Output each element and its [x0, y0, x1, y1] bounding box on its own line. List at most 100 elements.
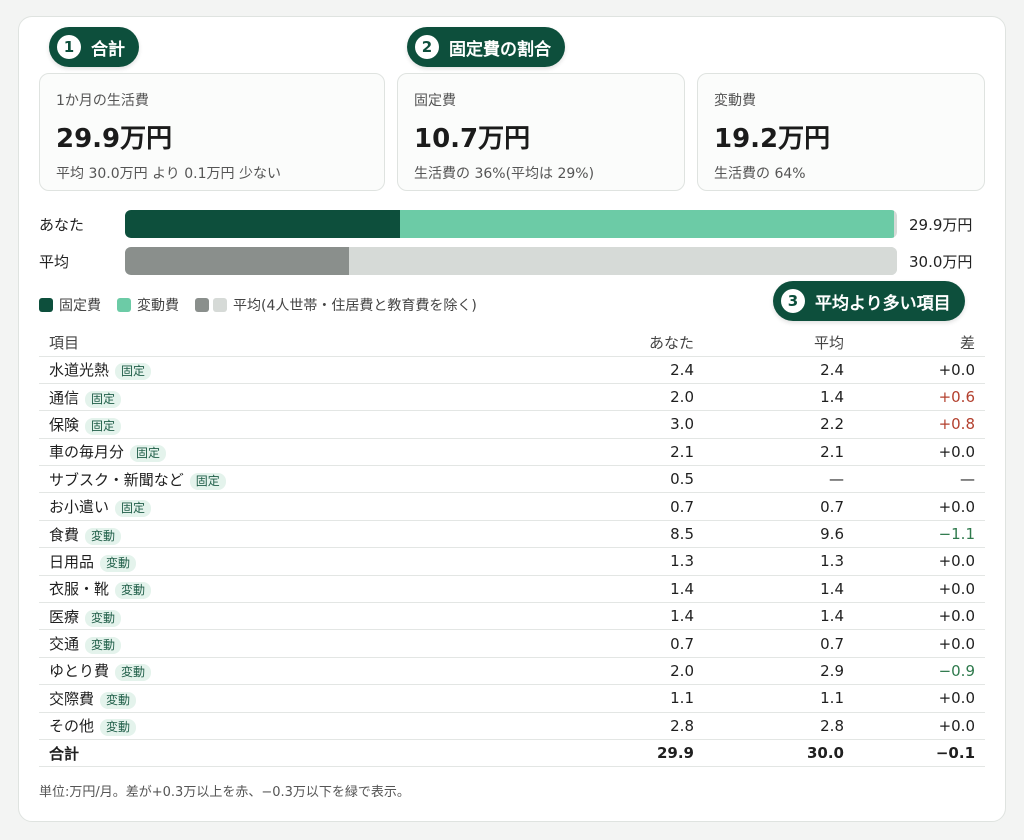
legend-variable: 変動費: [117, 295, 179, 315]
row-you: 2.0: [459, 657, 704, 686]
badge-label: 平均より多い項目: [815, 293, 951, 314]
stat-label: 1か月の生活費: [56, 93, 149, 109]
row-you: 1.4: [459, 575, 704, 604]
table-header-row: 項目 あなた 平均 差: [39, 329, 985, 357]
badge-number: 2: [415, 35, 439, 59]
badge-label: 合計: [91, 39, 125, 60]
stat-sub: 生活費の 64%: [714, 166, 806, 182]
row-item: 交際費: [49, 689, 95, 708]
stat-fixed: 固定費 10.7万円 生活費の 36%(平均は 29%): [397, 73, 685, 191]
bar-fixed-segment: [125, 247, 349, 275]
table-total-row: 合計 29.9 30.0 −0.1: [39, 739, 985, 768]
row-avg: 2.8: [704, 712, 854, 740]
table-row: サブスク・新聞など 固定 0.5— —: [39, 465, 985, 494]
stat-total: 1か月の生活費 29.9万円 平均 30.0万円 より 0.1万円 少ない: [39, 73, 385, 191]
table-row: 日用品 変動 1.3 1.3 +0.0: [39, 547, 985, 576]
row-tag: 変動: [85, 637, 122, 655]
legend-fixed: 固定費: [39, 295, 101, 315]
table-row: 衣服・靴 変動 1.4 1.4 +0.0: [39, 575, 985, 604]
row-diff: +0.0: [854, 356, 985, 384]
legend-label: 固定費: [59, 298, 101, 314]
row-you: 0.5: [459, 465, 704, 494]
row-diff: +0.0: [854, 712, 985, 740]
row-tag: 変動: [115, 582, 152, 600]
budget-card: 1 合計 2 固定費の割合 1か月の生活費 29.9万円 平均 30.0万円 よ…: [18, 16, 1006, 822]
bar-total: 30.0万円: [909, 252, 973, 271]
row-diff: +0.0: [854, 629, 985, 658]
row-avg: 9.6: [704, 520, 854, 549]
row-tag: 固定: [189, 472, 226, 490]
row-avg: 1.3: [704, 547, 854, 576]
legend-average: 平均(4人世帯・住居費と教育費を除く): [195, 295, 477, 315]
header-you: あなた: [459, 329, 704, 357]
row-item: その他: [49, 717, 95, 736]
row-you: 0.7: [459, 492, 704, 521]
bar-variable-segment: [400, 210, 895, 238]
table-row: 保険 固定 3.0 2.2 +0.8: [39, 410, 985, 439]
row-diff: —: [854, 465, 985, 494]
table-row: ゆとり費 変動 2.0 2.9 −0.9: [39, 657, 985, 686]
row-avg: 2.4: [704, 356, 854, 384]
row-you: 2.0: [459, 383, 704, 412]
total-you: 29.9: [459, 739, 704, 768]
row-tag: 変動: [100, 691, 137, 709]
stat-variable: 変動費 19.2万円 生活費の 64%: [697, 73, 985, 191]
bar-track: [125, 210, 897, 238]
stat-label: 固定費: [414, 93, 456, 109]
stat-label: 変動費: [714, 93, 756, 109]
row-tag: 変動: [100, 554, 137, 572]
row-tag: 固定: [85, 390, 122, 408]
badge-label: 固定費の割合: [449, 39, 551, 60]
row-tag: 変動: [85, 527, 122, 545]
table-row: 車の毎月分 固定 2.1 2.1 +0.0: [39, 438, 985, 467]
row-you: 1.4: [459, 602, 704, 631]
row-item: 保険: [49, 415, 80, 434]
stat-sub: 平均 30.0万円 より 0.1万円 少ない: [56, 166, 281, 182]
row-avg: 2.2: [704, 410, 854, 439]
bar-label: 平均: [39, 252, 70, 271]
legend: 固定費 変動費 平均(4人世帯・住居費と教育費を除く): [39, 295, 493, 315]
row-avg: 1.1: [704, 684, 854, 713]
row-item: 衣服・靴: [49, 580, 110, 599]
table-row: お小遣い 固定 0.7 0.7 +0.0: [39, 492, 985, 521]
row-avg: 1.4: [704, 602, 854, 631]
total-avg: 30.0: [704, 739, 854, 768]
row-avg: —: [704, 465, 854, 494]
table-row: 食費 変動 8.5 9.6 −1.1: [39, 520, 985, 549]
row-diff: +0.0: [854, 492, 985, 521]
bar-average: 平均 30.0万円: [39, 246, 989, 276]
row-tag: 固定: [85, 417, 122, 435]
row-tag: 変動: [100, 719, 137, 737]
stat-value: 10.7万円: [414, 124, 531, 154]
total-label: 合計: [39, 739, 459, 768]
row-item: サブスク・新聞など: [49, 470, 184, 489]
row-diff: −1.1: [854, 520, 985, 549]
row-item: 水道光熱: [49, 361, 110, 380]
row-diff: +0.0: [854, 575, 985, 604]
row-avg: 2.1: [704, 438, 854, 467]
badge-number: 3: [781, 289, 805, 313]
table-row: 交際費 変動 1.1 1.1 +0.0: [39, 684, 985, 713]
row-avg: 2.9: [704, 657, 854, 686]
row-avg: 0.7: [704, 492, 854, 521]
badge-fixed-ratio: 2 固定費の割合: [407, 27, 565, 67]
table-row: 交通 変動 0.7 0.7 +0.0: [39, 629, 985, 658]
row-diff: +0.0: [854, 602, 985, 631]
legend-swatch: [213, 298, 227, 312]
stat-sub: 生活費の 36%(平均は 29%): [414, 166, 595, 182]
row-diff: +0.0: [854, 547, 985, 576]
row-item: 交通: [49, 635, 80, 654]
table-row: 通信 固定 2.0 1.4 +0.6: [39, 383, 985, 412]
row-diff: +0.6: [854, 383, 985, 412]
bar-you: あなた 29.9万円: [39, 209, 989, 239]
header-avg: 平均: [704, 329, 854, 357]
table-row: その他 変動 2.8 2.8 +0.0: [39, 712, 985, 740]
row-item: 日用品: [49, 552, 95, 571]
row-tag: 固定: [115, 500, 152, 518]
badge-total: 1 合計: [49, 27, 139, 67]
legend-swatch: [195, 298, 209, 312]
row-item: 医療: [49, 607, 80, 626]
row-you: 2.1: [459, 438, 704, 467]
bar-total: 29.9万円: [909, 215, 973, 234]
row-item: 通信: [49, 388, 80, 407]
